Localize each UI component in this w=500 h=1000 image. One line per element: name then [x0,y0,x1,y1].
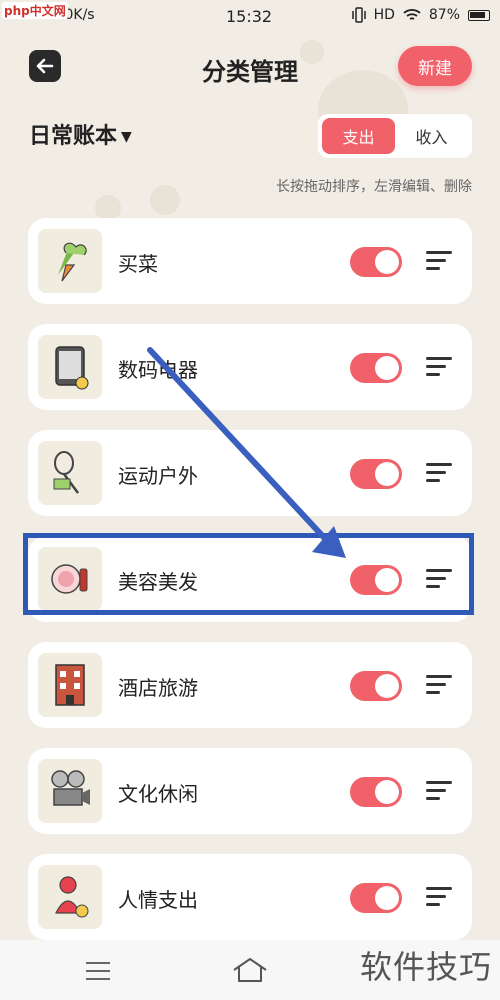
tablet-icon [38,335,102,399]
drag-handle-icon[interactable] [426,251,452,271]
tab-income[interactable]: 收入 [395,118,468,154]
list-item[interactable]: 人情支出 [28,854,472,940]
hd-indicator: HD [373,7,395,23]
film-camera-icon [38,759,102,823]
clock: 15:32 [226,7,273,26]
wifi-icon [403,9,421,20]
category-toggle[interactable] [350,777,402,807]
book-selector[interactable]: 日常账本 ▼ [29,118,132,150]
type-tabs: 支出 收入 [318,114,472,158]
drag-handle-icon[interactable] [426,463,452,483]
book-name: 日常账本 [29,124,118,149]
category-toggle[interactable] [350,671,402,701]
person-coin-icon [38,865,102,929]
list-item[interactable]: 文化休闲 [28,748,472,834]
hotel-icon [38,653,102,717]
list-item[interactable]: 酒店旅游 [28,642,472,728]
list-item[interactable]: 美容美发 [28,536,472,622]
toggle-knob [375,780,399,804]
category-label: 酒店旅游 [118,676,198,700]
site-logo: php中文网 [2,2,68,19]
category-label: 文化休闲 [118,782,198,806]
menu-icon[interactable] [86,962,110,980]
category-toggle[interactable] [350,565,402,595]
category-toggle[interactable] [350,459,402,489]
drag-handle-icon[interactable] [426,887,452,907]
category-toggle[interactable] [350,883,402,913]
new-category-button[interactable]: 新建 [398,46,472,86]
status-bar: 4G+ .ıll 0K/s php中文网 15:32 HD 87% [0,0,500,34]
toggle-knob [375,674,399,698]
toggle-knob [375,462,399,486]
vibrate-icon [351,7,366,23]
drag-handle-icon[interactable] [426,675,452,695]
drag-handle-icon[interactable] [426,781,452,801]
racket-icon [38,441,102,505]
toggle-knob [375,250,399,274]
toggle-knob [375,886,399,910]
battery-icon [468,9,490,21]
category-label: 买菜 [118,252,158,276]
caret-down-icon: ▼ [121,129,132,145]
list-item[interactable]: 买菜 [28,218,472,304]
category-toggle[interactable] [350,247,402,277]
tab-expense[interactable]: 支出 [322,118,395,154]
category-label: 人情支出 [118,888,198,912]
battery-percent: 87% [428,7,460,23]
drag-handle-icon[interactable] [426,357,452,377]
toggle-knob [375,356,399,380]
watermark: 软件技巧 [359,948,492,986]
list-item[interactable]: 数码电器 [28,324,472,410]
category-toggle[interactable] [350,353,402,383]
cosmetics-icon [38,547,102,611]
category-label: 运动户外 [118,464,198,488]
status-icons: HD 87% [351,7,490,23]
paw-decoration [150,185,180,215]
drag-handle-icon[interactable] [426,569,452,589]
toggle-knob [375,568,399,592]
home-icon[interactable] [230,956,270,984]
category-label: 数码电器 [118,358,198,382]
vegetables-icon [38,229,102,293]
category-label: 美容美发 [118,570,198,594]
list-item[interactable]: 运动户外 [28,430,472,516]
hint-text: 长按拖动排序，左滑编辑、删除 [276,179,472,195]
